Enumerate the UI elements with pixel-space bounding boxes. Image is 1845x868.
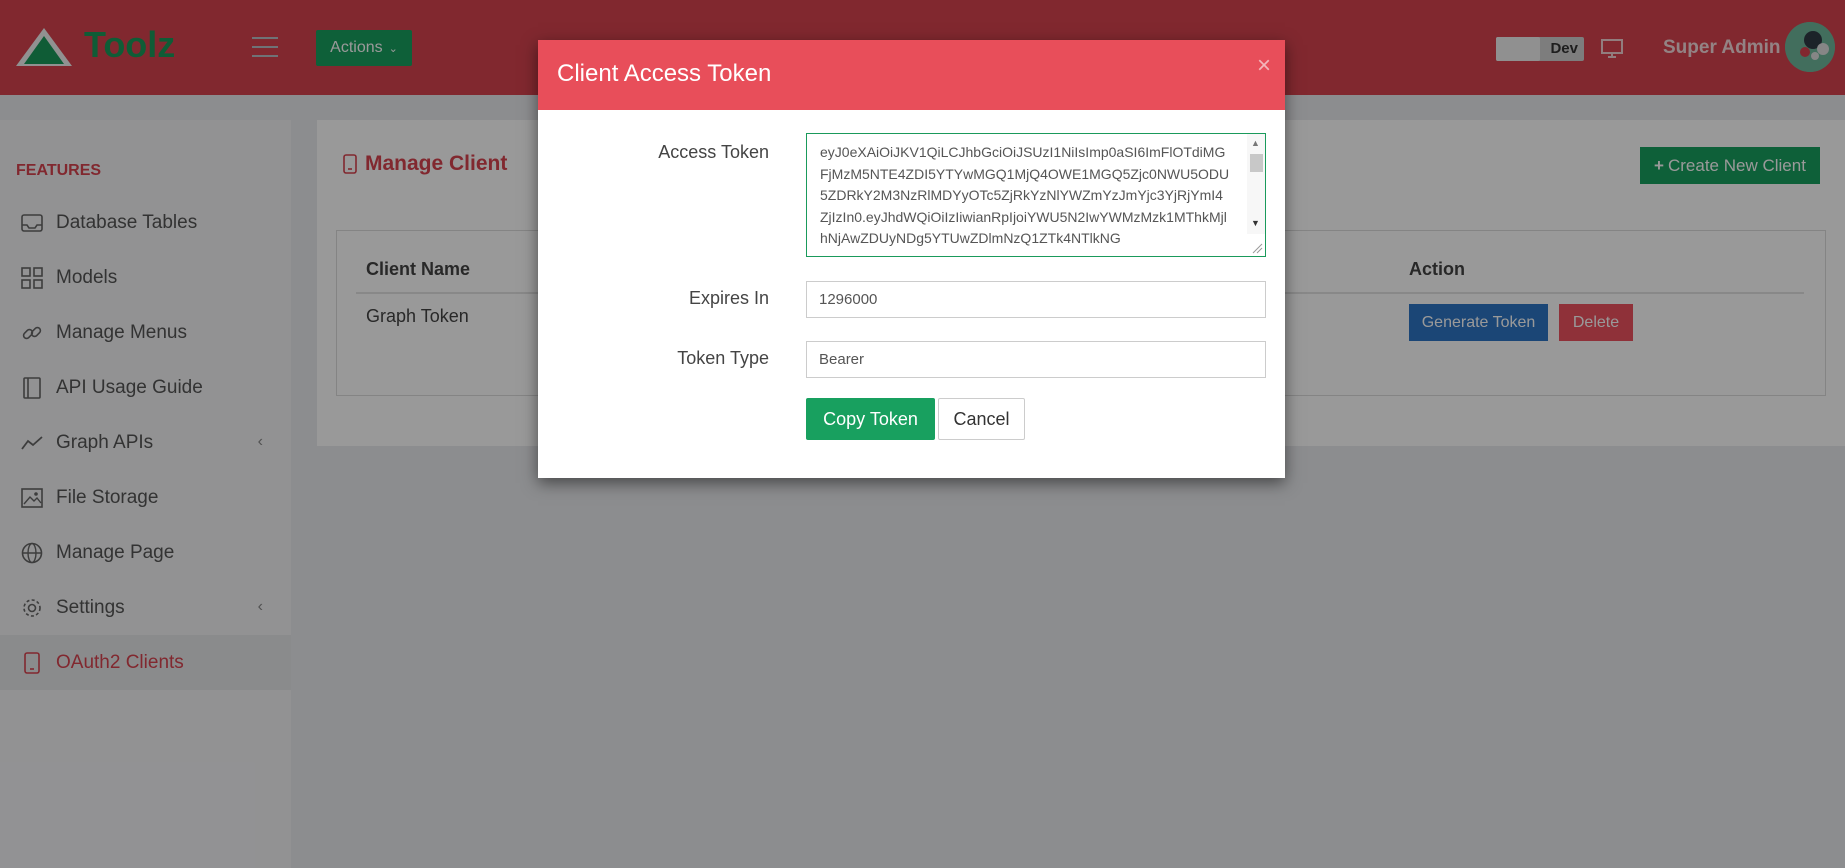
scroll-down-icon[interactable]: ▼ <box>1251 218 1260 228</box>
modal-title: Client Access Token <box>557 60 772 87</box>
close-icon[interactable]: × <box>1257 52 1271 80</box>
access-token-label: Access Token <box>658 142 769 162</box>
resize-handle-icon[interactable] <box>1251 242 1263 254</box>
access-token-value: eyJ0eXAiOiJKV1QiLCJhbGciOiJSUzI1NiIsImp0… <box>820 144 1230 246</box>
scroll-thumb[interactable] <box>1250 154 1263 172</box>
token-type-field[interactable]: Bearer <box>806 341 1266 378</box>
token-type-label: Token Type <box>677 348 769 368</box>
expires-in-label: Expires In <box>688 288 769 308</box>
expires-in-field[interactable]: 1296000 <box>806 281 1266 318</box>
access-token-textarea[interactable]: eyJ0eXAiOiJKV1QiLCJhbGciOiJSUzI1NiIsImp0… <box>806 133 1266 257</box>
textarea-scrollbar[interactable]: ▲ ▼ <box>1247 134 1265 234</box>
copy-token-button[interactable]: Copy Token <box>806 398 935 440</box>
cancel-button[interactable]: Cancel <box>938 398 1025 440</box>
modal-header: Client Access Token × <box>538 40 1285 110</box>
scroll-up-icon[interactable]: ▲ <box>1251 138 1260 148</box>
client-access-token-modal: Client Access Token × Access Token eyJ0e… <box>538 40 1285 478</box>
